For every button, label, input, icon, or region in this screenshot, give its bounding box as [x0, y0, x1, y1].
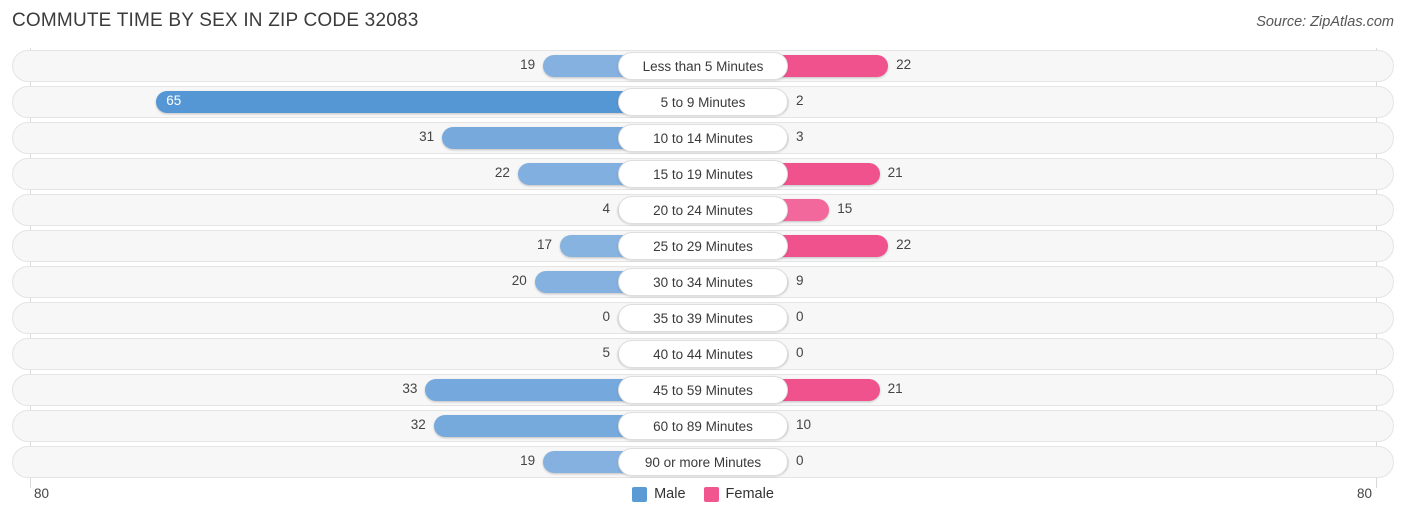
value-label-female: 9 [796, 273, 804, 288]
value-label-female: 22 [896, 237, 912, 252]
value-label-female: 0 [796, 453, 804, 468]
legend-swatch-male [632, 486, 648, 502]
chart-row: 17 22 25 to 29 Minutes [12, 230, 1394, 262]
value-label-female: 15 [837, 201, 853, 216]
value-label-male: 32 [410, 417, 426, 432]
value-label-male: 33 [402, 381, 418, 396]
legend-label-male: Male [654, 486, 686, 502]
value-label-male: 19 [520, 57, 536, 72]
value-label-male: 0 [602, 309, 610, 324]
category-label: 35 to 39 Minutes [618, 304, 788, 332]
category-label: 5 to 9 Minutes [618, 88, 788, 116]
legend-item-male[interactable]: Male [632, 486, 686, 502]
legend-label-female: Female [725, 486, 774, 502]
chart-row: 31 3 10 to 14 Minutes [12, 122, 1394, 154]
chart-row: 33 21 45 to 59 Minutes [12, 374, 1394, 406]
value-label-male: 20 [511, 273, 527, 288]
chart-row: 65 2 5 to 9 Minutes [12, 86, 1394, 118]
chart-row: 20 9 30 to 34 Minutes [12, 266, 1394, 298]
page-title: COMMUTE TIME BY SEX IN ZIP CODE 32083 [12, 10, 419, 31]
chart-row: 19 0 90 or more Minutes [12, 446, 1394, 478]
legend-swatch-female [703, 486, 719, 502]
chart-footer: 80 80 Male Female [0, 480, 1406, 523]
category-label: 60 to 89 Minutes [618, 412, 788, 440]
value-label-male: 4 [602, 201, 610, 216]
legend-item-female[interactable]: Female [703, 486, 774, 502]
category-label: 40 to 44 Minutes [618, 340, 788, 368]
value-label-female: 21 [887, 165, 903, 180]
chart-container: COMMUTE TIME BY SEX IN ZIP CODE 32083 So… [0, 0, 1406, 523]
value-label-female: 0 [796, 345, 804, 360]
value-label-female: 21 [887, 381, 903, 396]
value-label-female: 0 [796, 309, 804, 324]
category-label: 20 to 24 Minutes [618, 196, 788, 224]
category-label: Less than 5 Minutes [618, 52, 788, 80]
value-label-male: 5 [602, 345, 610, 360]
source-attribution: Source: ZipAtlas.com [1256, 14, 1394, 30]
chart-row: 19 22 Less than 5 Minutes [12, 50, 1394, 82]
chart-row: 0 0 35 to 39 Minutes [12, 302, 1394, 334]
value-label-male: 31 [419, 129, 435, 144]
value-label-male: 17 [536, 237, 552, 252]
chart-row: 22 21 15 to 19 Minutes [12, 158, 1394, 190]
value-label-male: 65 [166, 93, 182, 108]
category-label: 45 to 59 Minutes [618, 376, 788, 404]
value-label-male: 22 [494, 165, 510, 180]
value-label-male: 19 [520, 453, 536, 468]
category-label: 90 or more Minutes [618, 448, 788, 476]
value-label-female: 22 [896, 57, 912, 72]
chart-legend: Male Female [0, 486, 1406, 502]
category-label: 10 to 14 Minutes [618, 124, 788, 152]
chart-row: 4 15 20 to 24 Minutes [12, 194, 1394, 226]
category-label: 25 to 29 Minutes [618, 232, 788, 260]
value-label-female: 2 [796, 93, 804, 108]
category-label: 15 to 19 Minutes [618, 160, 788, 188]
value-label-female: 10 [796, 417, 812, 432]
plot-area: 19 22 Less than 5 Minutes 65 2 5 to 9 Minutes… [0, 48, 1406, 488]
chart-header: COMMUTE TIME BY SEX IN ZIP CODE 32083 So… [0, 0, 1406, 44]
category-label: 30 to 34 Minutes [618, 268, 788, 296]
value-label-female: 3 [796, 129, 804, 144]
chart-row: 32 10 60 to 89 Minutes [12, 410, 1394, 442]
chart-row: 5 0 40 to 44 Minutes [12, 338, 1394, 370]
